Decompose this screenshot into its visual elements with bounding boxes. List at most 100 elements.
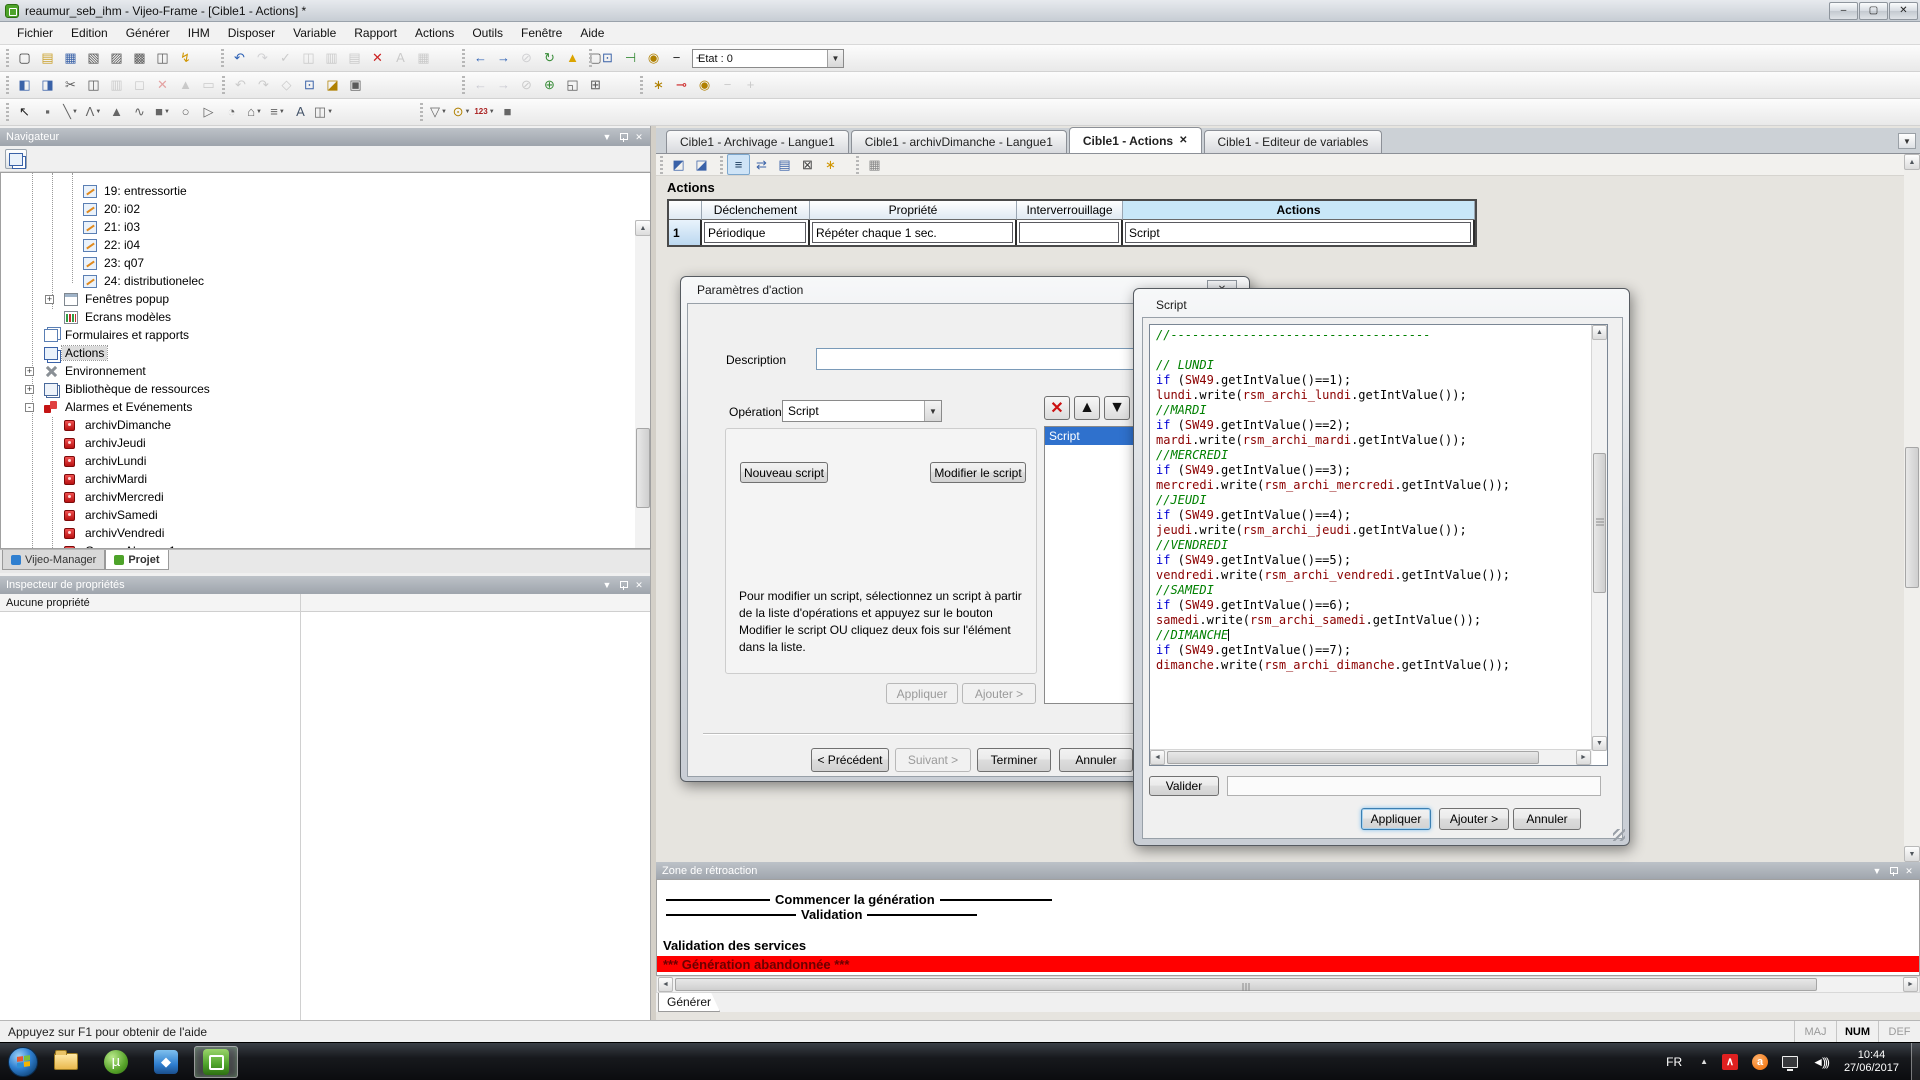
tree-label[interactable]: archivSamedi <box>82 508 161 522</box>
lamp-icon[interactable]: ⊙▼ <box>450 101 473 122</box>
minimize-button[interactable]: – <box>1829 2 1858 20</box>
script-code-editor[interactable]: //------------------------------------//… <box>1149 324 1608 766</box>
add-button[interactable]: Ajouter > <box>1439 808 1509 830</box>
cancel-icon[interactable]: ⊘ <box>515 74 538 95</box>
chevron-down-icon[interactable]: ▼ <box>600 579 614 592</box>
code-line[interactable]: //MARDI <box>1156 403 1587 418</box>
language-indicator[interactable]: FR <box>1666 1055 1682 1069</box>
code-line[interactable]: mercredi.write(rsm_archi_mercredi.getInt… <box>1156 478 1587 493</box>
stop-icon[interactable]: ⊘ <box>515 47 538 68</box>
copy2-icon[interactable]: ◫ <box>82 74 105 95</box>
code-line[interactable]: //VENDREDI <box>1156 538 1587 553</box>
tree-item[interactable]: archivDimanche <box>1 417 650 435</box>
back-icon[interactable]: ← <box>469 47 492 68</box>
tray-expand-icon[interactable]: ▲ <box>1700 1057 1708 1066</box>
code-line[interactable]: lundi.write(rsm_archi_lundi.getIntValue(… <box>1156 388 1587 403</box>
move-up-button[interactable]: ▲ <box>1074 396 1100 420</box>
avira-icon[interactable]: ∧ <box>1722 1054 1738 1070</box>
polyline-icon[interactable]: Λ▼ <box>82 101 105 122</box>
lock-icon[interactable]: ◉ <box>642 47 665 68</box>
build-icon[interactable]: ↯ <box>174 47 197 68</box>
sync-icon[interactable]: ⇄ <box>750 154 773 175</box>
tree-label[interactable]: Bibliothèque de ressources <box>62 382 213 396</box>
paste-icon[interactable]: ▥ <box>320 47 343 68</box>
tree-item[interactable]: -Alarmes et Evénements <box>1 399 650 417</box>
doc-tab[interactable]: Cible1 - Actions✕ <box>1069 127 1202 153</box>
table-cell[interactable]: Répéter chaque 1 sec. <box>810 220 1017 245</box>
chevron-down-icon[interactable]: ▼ <box>1870 865 1884 878</box>
pie-icon[interactable]: ◔ <box>220 101 243 122</box>
minus2-icon[interactable]: − <box>716 74 739 95</box>
tree-item[interactable]: 21: i03 <box>1 219 650 237</box>
doc-tab[interactable]: Cible1 - Editeur de variables <box>1204 130 1383 153</box>
code-line[interactable]: if (SW49.getIntValue()==3); <box>1156 463 1587 478</box>
code-vscrollbar[interactable]: ▲ ▼ <box>1591 325 1607 751</box>
scroll-up-icon[interactable]: ▲ <box>1592 325 1607 340</box>
tree-item[interactable]: +Fenêtres popup <box>1 291 650 309</box>
taskbar-vijeo-frame[interactable] <box>194 1046 238 1078</box>
shape-icon[interactable]: ⌂▼ <box>243 101 266 122</box>
validation-field[interactable] <box>1227 776 1601 796</box>
tree-label[interactable]: 20: i02 <box>101 202 143 216</box>
connect-icon[interactable]: ⊣ <box>619 47 642 68</box>
redo-icon[interactable]: ↷ <box>251 47 274 68</box>
etat-combo[interactable]: Etat : 0 ▼ <box>692 49 844 68</box>
delete-operation-button[interactable]: ✕ <box>1044 396 1070 420</box>
menu-actions[interactable]: Actions <box>406 23 463 43</box>
curve-icon[interactable]: ∿ <box>128 101 151 122</box>
tree-item[interactable]: archivMardi <box>1 471 650 489</box>
network-icon[interactable] <box>1782 1056 1798 1068</box>
close-button[interactable]: ✕ <box>1889 2 1918 20</box>
tree-item[interactable]: archivVendredi <box>1 525 650 543</box>
menu-edition[interactable]: Edition <box>62 23 117 43</box>
code-line[interactable]: if (SW49.getIntValue()==6); <box>1156 598 1587 613</box>
tree-item[interactable]: archivJeudi <box>1 435 650 453</box>
code-line[interactable]: if (SW49.getIntValue()==1); <box>1156 373 1587 388</box>
code-hscrollbar[interactable]: ◄ ► <box>1150 749 1592 765</box>
maximize-button[interactable]: ▢ <box>1859 2 1888 20</box>
taskbar-vijeo-designer[interactable]: ◆ <box>144 1046 188 1078</box>
pointer-line-icon[interactable]: ⊸ <box>670 74 693 95</box>
grid-view-icon[interactable]: ▦ <box>863 154 886 175</box>
panel-icon[interactable]: ⊡ <box>596 47 619 68</box>
close-icon[interactable]: ✕ <box>1179 135 1187 146</box>
polygon-icon[interactable]: ▲ <box>105 101 128 122</box>
taskbar-explorer[interactable] <box>44 1046 88 1078</box>
text-icon[interactable]: A <box>289 101 312 122</box>
action-new-icon[interactable]: ◩ <box>667 154 690 175</box>
cancel-button[interactable]: Annuler <box>1513 808 1581 830</box>
scroll-up-icon[interactable]: ▲ <box>635 220 651 236</box>
code-line[interactable]: if (SW49.getIntValue()==4); <box>1156 508 1587 523</box>
tree-label[interactable]: 21: i03 <box>101 220 143 234</box>
menu-ihm[interactable]: IHM <box>179 23 219 43</box>
tree-label[interactable]: archivVendredi <box>82 526 167 540</box>
redo2-icon[interactable]: ↷ <box>252 74 275 95</box>
code-line[interactable]: //SAMEDI <box>1156 583 1587 598</box>
check-icon[interactable]: ✓ <box>274 47 297 68</box>
tab-overflow-button[interactable]: ▼ <box>1898 133 1916 149</box>
close-icon[interactable]: ✕ <box>1902 865 1916 878</box>
zoom-out-icon[interactable]: − <box>665 47 688 68</box>
tree-label[interactable]: 24: distributionelec <box>101 274 207 288</box>
modify-script-button[interactable]: Modifier le script <box>930 462 1026 483</box>
chevron-down-icon[interactable]: ▼ <box>827 50 843 67</box>
close-icon[interactable]: ✕ <box>632 131 646 144</box>
code-line[interactable]: samedi.write(rsm_archi_samedi.getIntValu… <box>1156 613 1587 628</box>
menu-rapport[interactable]: Rapport <box>345 23 406 43</box>
code-line[interactable]: mardi.write(rsm_archi_mardi.getIntValue(… <box>1156 433 1587 448</box>
table-icon[interactable]: ⊞ <box>584 74 607 95</box>
code-line[interactable]: //JEUDI <box>1156 493 1587 508</box>
finish-button[interactable]: Terminer <box>977 748 1051 772</box>
switch-icon[interactable]: ▽▼ <box>427 101 450 122</box>
copy-icon[interactable]: ◫ <box>297 47 320 68</box>
star-icon[interactable]: ∗ <box>819 154 842 175</box>
code-line[interactable]: jeudi.write(rsm_archi_jeudi.getIntValue(… <box>1156 523 1587 538</box>
undo-icon[interactable]: ↶ <box>228 47 251 68</box>
code-line[interactable]: // LUNDI <box>1156 358 1587 373</box>
scroll-right-icon[interactable]: ► <box>1903 977 1918 992</box>
tree-label[interactable]: Formulaires et rapports <box>62 328 192 342</box>
code-line[interactable]: vendredi.write(rsm_archi_vendredi.getInt… <box>1156 568 1587 583</box>
fill-icon[interactable]: ◪ <box>321 74 344 95</box>
grid-icon[interactable]: ▦ <box>412 47 435 68</box>
tree-item[interactable]: 19: entressortie <box>1 183 650 201</box>
